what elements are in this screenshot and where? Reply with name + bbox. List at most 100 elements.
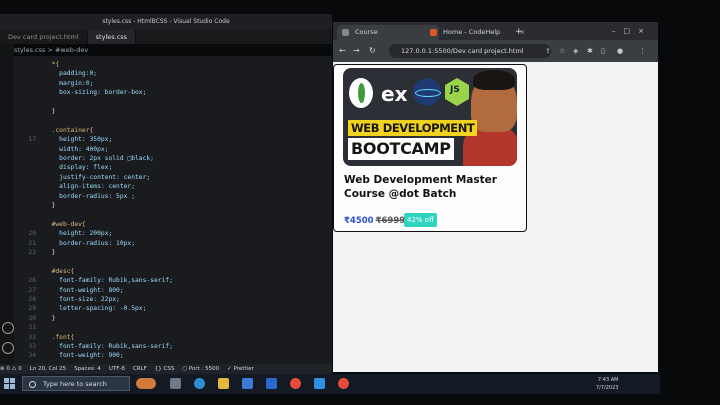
code-line[interactable] xyxy=(14,98,44,107)
forward-arrow-icon[interactable]: → xyxy=(353,44,360,58)
menu-kebab-icon[interactable]: ⋮ xyxy=(639,44,646,58)
browser-tab-codehelp[interactable]: Home - CodeHelp × xyxy=(425,25,529,40)
line-number: 28 xyxy=(28,296,36,303)
mongodb-logo-icon xyxy=(349,78,373,108)
code-editor[interactable]: *{ padding:0; margin:0; box-sizing: bord… xyxy=(14,56,332,364)
code-line[interactable]: 27 font-weight: 800; xyxy=(14,286,123,295)
code-line[interactable]: justify-content: center; xyxy=(14,173,150,182)
status-item[interactable]: {} CSS xyxy=(155,364,175,374)
chrome-icon[interactable] xyxy=(290,378,301,389)
new-tab-icon[interactable]: + xyxy=(515,25,523,40)
vscode-icon[interactable] xyxy=(314,378,325,389)
code-line[interactable]: border: 2px solid □black; xyxy=(14,154,154,163)
code-line[interactable]: 32 .font{ xyxy=(14,333,74,342)
store-icon[interactable] xyxy=(242,378,253,389)
profile-icon[interactable]: ● xyxy=(617,44,623,58)
code-line[interactable]: 17 height: 350px; xyxy=(14,135,112,144)
windows-start-icon[interactable] xyxy=(4,378,15,389)
clock-date: 7/7/2023 xyxy=(596,385,619,391)
code-text: justify-content: center; xyxy=(44,173,151,181)
code-line[interactable]: 29 letter-spacing: -0.5px; xyxy=(14,304,146,313)
course-card[interactable]: ex JS WEB DEVELOPMENT BOOTCAMP Web Devel… xyxy=(333,64,527,232)
breadcrumb[interactable]: styles.css > #web-dev xyxy=(14,46,88,54)
gear-icon[interactable] xyxy=(2,342,14,354)
edge-browser-icon[interactable] xyxy=(194,378,205,389)
line-number: 17 xyxy=(28,136,36,144)
code-line[interactable]: margin:0; xyxy=(14,79,93,88)
account-icon[interactable] xyxy=(2,322,14,334)
code-line[interactable]: 28 font-size: 22px; xyxy=(14,295,119,304)
code-line[interactable]: padding:0; xyxy=(14,69,97,78)
nodejs-logo-icon: JS xyxy=(445,78,469,106)
status-item[interactable]: CRLF xyxy=(133,364,147,374)
vscode-title-bar: styles.css - HtmlBCSS - Visual Studio Co… xyxy=(0,14,332,30)
browser-window: Course × Home - CodeHelp × + –□× ← → ↻ 1… xyxy=(333,22,658,372)
system-tray-clock[interactable]: 7:43 AM 7/7/2023 xyxy=(596,376,618,392)
browser-tab-strip: Course × Home - CodeHelp × + –□× xyxy=(333,22,658,40)
code-text: border-radius: 5px ; xyxy=(44,192,135,200)
code-line[interactable]: border-radius: 5px ; xyxy=(14,192,135,201)
express-logo: ex xyxy=(381,82,408,106)
reload-icon[interactable]: ↻ xyxy=(369,44,376,58)
code-line[interactable]: *{ xyxy=(14,60,60,69)
status-item[interactable]: Ln 20, Col 25 xyxy=(30,364,66,374)
tab-dev-card-html[interactable]: Dev card project.html xyxy=(0,30,88,44)
code-line[interactable]: 34 font-weight: 900; xyxy=(14,351,124,360)
address-bar[interactable]: 127.0.0.1:5500/Dev card project.html xyxy=(389,44,551,58)
code-line[interactable]: #web-dev{ xyxy=(14,220,86,229)
window-controls[interactable]: –□× xyxy=(612,24,652,39)
chrome-icon-2[interactable] xyxy=(338,378,349,389)
code-line[interactable]: align-items: center; xyxy=(14,182,135,191)
browser-toolbar: ← → ↻ 127.0.0.1:5500/Dev card project.ht… xyxy=(333,40,658,62)
code-line[interactable]: 22 } xyxy=(14,248,55,257)
code-text: font-weight: 900; xyxy=(44,352,124,360)
page-icon xyxy=(342,29,349,36)
code-line[interactable] xyxy=(14,116,44,125)
status-item[interactable]: ○ Port : 5500 xyxy=(182,364,219,374)
puzzle-icon[interactable]: ✱ xyxy=(587,44,593,58)
code-text: height: 200px; xyxy=(44,230,113,238)
code-line[interactable]: display: flex; xyxy=(14,163,112,172)
mail-icon[interactable] xyxy=(266,378,277,389)
windows-taskbar: Type here to search 7:43 AM 7/7/2023 xyxy=(0,374,660,394)
widget-icon[interactable] xyxy=(136,378,156,389)
code-line[interactable]: .container{ xyxy=(14,126,94,135)
taskbar-search-box[interactable]: Type here to search xyxy=(22,376,130,391)
code-line[interactable]: } xyxy=(14,107,56,116)
share-icon[interactable]: ⇪ xyxy=(545,44,551,58)
code-line[interactable]: 20 height: 200px; xyxy=(14,229,112,238)
tab-styles-css[interactable]: styles.css xyxy=(87,30,137,44)
file-explorer-icon[interactable] xyxy=(218,378,229,389)
code-line[interactable] xyxy=(14,210,44,219)
status-item[interactable]: ⊗ 0 ⚠ 0 xyxy=(0,364,22,374)
code-text: padding:0; xyxy=(44,70,98,78)
code-text: border: 2px solid □black; xyxy=(44,155,154,162)
code-line[interactable]: width: 400px; xyxy=(14,145,108,154)
code-text: *{ xyxy=(44,61,60,68)
browser-tab-course[interactable]: Course × xyxy=(337,25,439,40)
code-line[interactable]: 26 font-family: Rubik,sans-serif; xyxy=(14,276,173,285)
status-item[interactable]: UTF-8 xyxy=(109,364,125,374)
extension-icon[interactable]: ◈ xyxy=(573,44,578,58)
code-text: box-sizing: border-box; xyxy=(44,89,147,97)
code-line[interactable]: #desc{ xyxy=(14,267,75,276)
code-line[interactable]: 31 xyxy=(14,323,44,332)
task-view-icon[interactable] xyxy=(170,378,181,389)
code-text: font-family: Rubik,sans-serif; xyxy=(44,343,173,350)
page-viewport: ex JS WEB DEVELOPMENT BOOTCAMP Web Devel… xyxy=(333,62,658,372)
star-icon[interactable]: ☆ xyxy=(559,44,565,58)
search-placeholder: Type here to search xyxy=(43,380,107,388)
back-arrow-icon[interactable]: ← xyxy=(339,44,346,58)
sidepanel-icon[interactable]: ▯ xyxy=(601,44,605,58)
status-item[interactable]: Spaces: 4 xyxy=(74,364,101,374)
status-item[interactable]: ✓ Prettier xyxy=(227,364,254,374)
code-line[interactable]: 33 font-family: Rubik,sans-serif; xyxy=(14,342,173,351)
code-text: .container{ xyxy=(44,126,94,134)
code-line[interactable]: 21 border-radius: 10px; xyxy=(14,239,135,248)
code-text: } xyxy=(44,314,56,322)
code-line[interactable] xyxy=(14,257,44,266)
line-number: 26 xyxy=(28,277,36,285)
code-line[interactable]: box-sizing: border-box; xyxy=(14,88,146,97)
code-line[interactable]: } xyxy=(14,201,56,210)
code-line[interactable]: 30 } xyxy=(14,314,55,323)
